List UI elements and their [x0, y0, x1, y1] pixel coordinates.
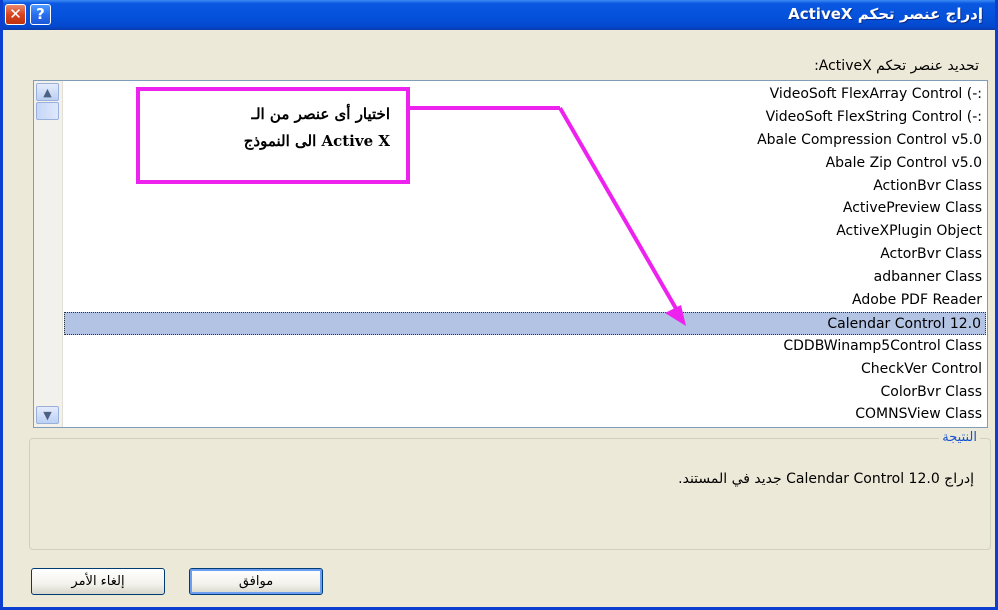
list-item[interactable]: ActorBvr Class — [64, 243, 986, 266]
chevron-down-icon: ▼ — [43, 409, 52, 422]
callout-line-1: اختيار أى عنصر من الـ — [251, 105, 390, 123]
list-item[interactable]: adbanner Class — [64, 266, 986, 289]
help-button[interactable]: ? — [30, 4, 51, 25]
annotation-callout: اختيار أى عنصر من الـ Active X الى النمو… — [136, 87, 410, 184]
title-bar[interactable]: ✕ ? إدراج عنصر تحكم ActiveX — [3, 0, 995, 30]
result-description: إدراج Calendar Control 12.0 جديد في المس… — [678, 471, 974, 487]
list-item[interactable]: CheckVer Control — [64, 358, 986, 381]
chevron-up-icon: ▲ — [43, 86, 52, 99]
callout-line-2: Active X الى النموذج — [243, 132, 390, 150]
scroll-down-button[interactable]: ▼ — [36, 406, 59, 424]
scroll-thumb[interactable] — [36, 102, 59, 120]
list-item[interactable]: Adobe PDF Reader — [64, 289, 986, 312]
scroll-up-button[interactable]: ▲ — [36, 83, 59, 101]
activex-list-label: تحديد عنصر تحكم ActiveX: — [814, 58, 979, 74]
vertical-scrollbar[interactable]: ▲ ▼ — [34, 81, 63, 427]
result-legend: النتيجة — [939, 430, 980, 445]
result-group: النتيجة إدراج Calendar Control 12.0 جديد… — [29, 430, 991, 550]
list-item[interactable]: ActivePreview Class — [64, 197, 986, 220]
list-item[interactable]: CDDBWinamp5Control Class — [64, 335, 986, 358]
list-item[interactable]: COMNSView Class — [64, 403, 986, 426]
dialog-title: إدراج عنصر تحكم ActiveX — [788, 5, 983, 23]
close-button[interactable]: ✕ — [5, 4, 26, 25]
list-item[interactable]: ActiveXPlugin Object — [64, 220, 986, 243]
ok-button[interactable]: موافق — [189, 568, 323, 595]
list-item[interactable]: ColorBvr Class — [64, 381, 986, 404]
top-strip — [3, 30, 995, 54]
list-item[interactable]: Calendar Control 12.0 — [64, 311, 986, 335]
cancel-button[interactable]: إلغاء الأمر — [31, 568, 165, 595]
